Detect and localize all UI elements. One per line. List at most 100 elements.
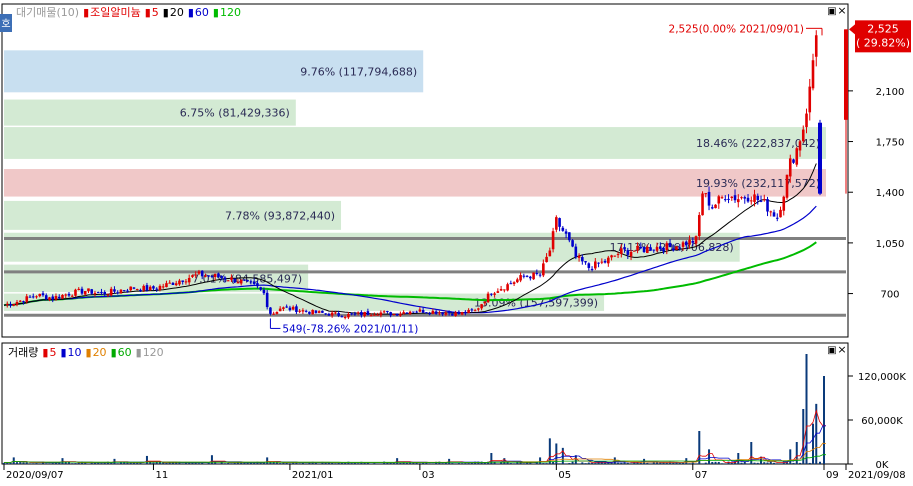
volume-pane-max-button[interactable]: ▣ [827, 345, 836, 356]
legend-entry[interactable]: 조일알미늄 [90, 5, 141, 19]
volume-bar [197, 463, 200, 464]
volume-bar [35, 463, 38, 464]
legend-entry[interactable]: 120 [143, 346, 164, 359]
volume-bar [61, 458, 64, 464]
candle-body [792, 159, 795, 163]
volume-bar [724, 463, 727, 464]
candle-body [350, 313, 353, 315]
candle-body [324, 313, 327, 315]
candle-body [626, 250, 630, 255]
price-pane-close-button[interactable]: × [837, 4, 846, 17]
legend-entry[interactable]: 20 [170, 6, 184, 19]
candle-body [506, 284, 509, 291]
legend-entry[interactable]: 5 [152, 6, 159, 19]
candle-body [28, 296, 32, 298]
candle-body [577, 255, 581, 258]
volume-bar [334, 463, 337, 464]
volume-bar [373, 463, 376, 464]
chart-stage: 9.76% (117,794,688) 6.75% (81,429,336) 18.… [0, 0, 913, 482]
candle-body [217, 273, 220, 278]
candle-body [759, 200, 763, 202]
candle-body [90, 289, 94, 294]
candle-body [9, 304, 12, 306]
volume-bar [730, 462, 733, 464]
volume-bar [776, 463, 779, 464]
candle-body [704, 193, 708, 195]
volume-bar [305, 463, 308, 464]
last-price-label: 2,525 [867, 22, 899, 35]
candle-body [587, 263, 591, 268]
candle-body [132, 287, 136, 289]
volume-bar [64, 462, 67, 464]
candle-body [15, 301, 19, 305]
candle-body [207, 275, 210, 277]
candle-body [512, 282, 516, 284]
legend-entry[interactable]: 20 [93, 346, 107, 359]
volume-bar [431, 463, 434, 464]
legend-swatch: ▮ [213, 6, 219, 19]
volume-bar [233, 462, 236, 464]
candle-body [161, 286, 165, 288]
candle-body [623, 247, 626, 250]
volume-bar [630, 463, 633, 464]
y-tick-label: 1,750 [876, 138, 905, 149]
volume-bar [441, 463, 444, 464]
candle-body [535, 273, 539, 275]
candle-body [473, 310, 477, 312]
volume-bar [454, 463, 457, 464]
volume-bar [711, 461, 714, 464]
volume-profile-label: 18.46% (222,837,042) [696, 137, 820, 150]
y-tick-label: 2,100 [876, 87, 905, 98]
volume-bar [467, 463, 470, 464]
volume-bar [587, 462, 590, 464]
volume-bar [158, 462, 161, 464]
candle-body [376, 314, 379, 316]
candle-body [574, 246, 578, 257]
legend-entry[interactable]: 거래량 [8, 346, 38, 359]
legend-entry[interactable]: 대기매물(10) [16, 6, 79, 19]
candle-body [697, 215, 701, 237]
candle-body [636, 245, 639, 251]
volume-bar [522, 463, 525, 464]
candle-body [451, 313, 454, 316]
volume-bar [782, 462, 785, 464]
candle-body [610, 255, 613, 258]
legend-entry[interactable]: 120 [220, 6, 241, 19]
candle-body [51, 296, 55, 300]
legend-entry[interactable]: 60 [195, 6, 209, 19]
candle-body [116, 292, 120, 294]
high-annotation: 2,525(0.00% 2021/09/01) [669, 23, 804, 35]
candle-body [714, 204, 717, 209]
x-tick-label: 11 [155, 470, 168, 481]
candle-body [275, 311, 279, 314]
volume-pane-close-button[interactable]: × [837, 343, 846, 356]
legend-swatch: ▮ [136, 346, 142, 359]
volume-bar [812, 423, 815, 464]
volume-bar [594, 463, 597, 464]
volume-bar [288, 463, 291, 464]
volume-bar [28, 463, 31, 464]
volume-bar [542, 463, 545, 464]
volume-bar [266, 457, 269, 464]
legend-entry[interactable]: 10 [68, 346, 82, 359]
legend-entry[interactable]: 5 [49, 346, 56, 359]
candle-body [230, 277, 233, 280]
legend-swatch: ▮ [83, 6, 89, 19]
candle-body [671, 248, 675, 251]
candle-body [785, 174, 789, 198]
candle-body [288, 307, 292, 311]
candle-body [265, 292, 269, 308]
candle-body [788, 158, 792, 177]
candle-body [402, 312, 405, 314]
volume-bar [763, 462, 766, 464]
volume-bar [32, 463, 35, 464]
candle-body [233, 278, 236, 283]
candle-body [369, 315, 373, 317]
candle-body [736, 199, 740, 203]
legend-entry[interactable]: 60 [118, 346, 132, 359]
candle-body [509, 283, 513, 285]
price-pane-max-button[interactable]: ▣ [827, 6, 836, 17]
candle-body [317, 311, 321, 313]
candle-body [148, 286, 152, 291]
volume-bar [38, 463, 41, 464]
